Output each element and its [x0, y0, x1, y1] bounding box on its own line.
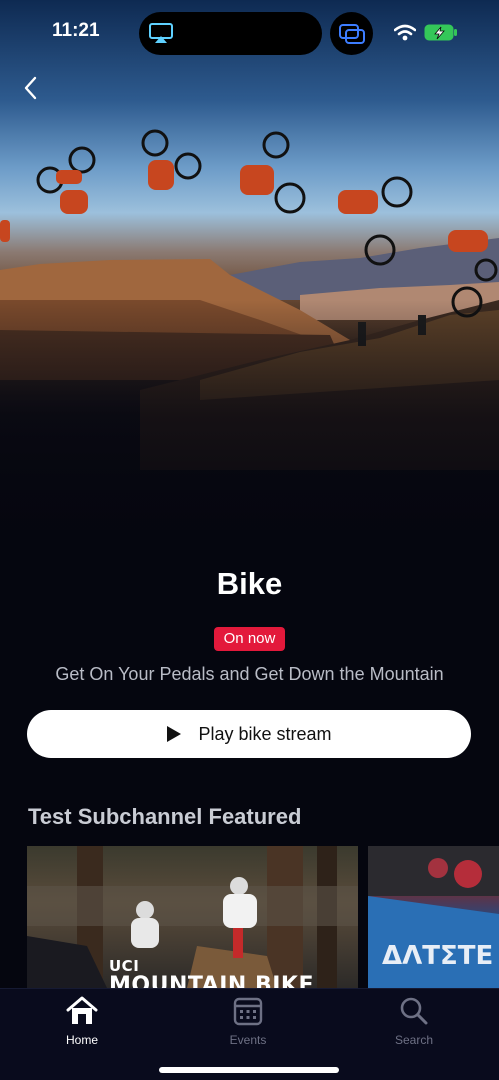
back-chevron-icon[interactable]	[18, 74, 46, 102]
screen-mirroring-icon	[339, 24, 365, 44]
play-icon	[167, 726, 182, 742]
live-badge-container: On now	[0, 627, 499, 651]
airplay-icon	[149, 23, 173, 43]
tab-label: Events	[229, 1033, 267, 1047]
status-time: 11:21	[52, 20, 100, 41]
hero-image	[0, 0, 499, 560]
tab-search[interactable]: Search	[359, 995, 469, 1047]
tab-home[interactable]: Home	[27, 995, 137, 1047]
featured-card[interactable]: UCI MOUNTAIN BIKE	[27, 846, 358, 988]
wifi-icon	[394, 24, 416, 41]
card-thumbnail-image: ΔΛΤΣΤΕ Ν	[368, 846, 499, 988]
home-icon	[66, 996, 98, 1024]
status-bar: 11:21	[0, 0, 499, 66]
play-stream-button[interactable]: Play bike stream	[27, 710, 471, 758]
hero-gradient	[0, 300, 499, 560]
featured-card[interactable]: ΔΛΤΣΤΕ Ν	[368, 846, 499, 988]
card-banner-text: ΔΛΤΣΤΕ Ν	[382, 941, 499, 971]
search-icon	[400, 997, 428, 1025]
section-title: Test Subchannel Featured	[28, 804, 302, 829]
tab-label: Home	[65, 1033, 98, 1047]
calendar-icon	[233, 997, 263, 1026]
channel-subtitle: Get On Your Pedals and Get Down the Moun…	[55, 664, 444, 684]
play-stream-label: Play bike stream	[198, 723, 332, 744]
home-indicator	[159, 1067, 339, 1073]
channel-title: Bike	[216, 566, 283, 601]
card-title: UCI MOUNTAIN BIKE	[109, 957, 314, 988]
on-now-badge: On now	[213, 627, 286, 651]
tab-label: Search	[394, 1033, 434, 1047]
tab-events[interactable]: Events	[193, 995, 303, 1047]
battery-charging-icon	[424, 24, 457, 41]
dynamic-island-activity	[330, 12, 373, 55]
